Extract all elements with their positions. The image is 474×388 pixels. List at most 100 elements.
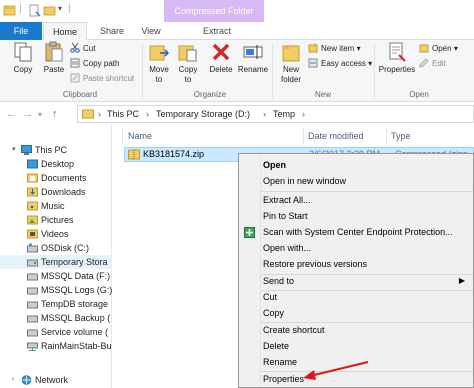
- nav-label: Service volume (: [41, 327, 109, 337]
- copy-path-icon: [70, 58, 80, 68]
- menu-item-rename[interactable]: Rename: [239, 354, 474, 370]
- paste-button[interactable]: Paste: [39, 41, 69, 74]
- delete-button[interactable]: Delete: [206, 41, 236, 74]
- music-folder-icon: [27, 201, 38, 211]
- organize-group-label: Organize: [193, 90, 227, 99]
- menu-item-create-shortcut[interactable]: Create shortcut: [239, 322, 474, 338]
- breadcrumb-separator-icon: ›: [98, 109, 101, 119]
- nav-item-service-volume[interactable]: Service volume (: [0, 325, 112, 339]
- new-item-button[interactable]: New item ▾: [308, 43, 361, 55]
- nav-item-osdisk[interactable]: OSDisk (C:): [0, 241, 112, 255]
- drive-icon: [27, 315, 38, 323]
- breadcrumb-this-pc[interactable]: This PC: [107, 106, 139, 122]
- properties-button[interactable]: Properties: [376, 41, 418, 74]
- nav-item-pictures[interactable]: Pictures: [0, 213, 112, 227]
- expand-arrow-icon[interactable]: ▾: [12, 143, 16, 157]
- properties-qat-icon[interactable]: [28, 4, 41, 17]
- copy-path-button[interactable]: Copy path: [70, 58, 119, 70]
- tab-share[interactable]: Share: [92, 22, 132, 40]
- forward-icon[interactable]: →: [22, 107, 33, 121]
- menu-item-label: Properties: [263, 374, 305, 384]
- cut-button[interactable]: Cut: [70, 43, 95, 55]
- nav-label: Videos: [41, 229, 69, 239]
- computer-icon: [21, 145, 32, 155]
- menu-item-restore-previous-versions[interactable]: Restore previous versions: [239, 256, 474, 272]
- new-folder-button[interactable]: New folder: [276, 41, 306, 85]
- tab-extract[interactable]: Extract: [195, 22, 239, 40]
- nav-label: Pictures: [41, 215, 74, 225]
- menu-item-scan-with-endpoint-protection[interactable]: Scan with System Center Endpoint Protect…: [239, 224, 474, 240]
- ribbon: Copy Paste Cut Copy path Paste shortcut …: [0, 40, 474, 102]
- paste-shortcut-button[interactable]: Paste shortcut: [70, 73, 134, 85]
- nav-item-tempdb-storage[interactable]: TempDB storage: [0, 297, 112, 311]
- column-header-type[interactable]: Type: [391, 128, 411, 144]
- new-folder-qat-icon[interactable]: [43, 4, 56, 17]
- nav-item-network[interactable]: › Network: [0, 373, 112, 387]
- column-divider[interactable]: [386, 128, 387, 144]
- qat-dropdown-icon[interactable]: ▾: [58, 4, 62, 13]
- easy-access-dropdown-icon: ▾: [368, 59, 373, 68]
- paste-shortcut-label: Paste shortcut: [83, 74, 135, 83]
- menu-item-send-to[interactable]: Send to ▶: [239, 273, 474, 289]
- nav-item-mssql-logs[interactable]: MSSQL Logs (G:): [0, 283, 112, 297]
- menu-item-delete[interactable]: Delete: [239, 338, 474, 354]
- menu-item-label: Rename: [263, 357, 298, 367]
- column-divider[interactable]: [303, 128, 304, 144]
- breadcrumb-temporary-storage[interactable]: Temporary Storage (D:): [156, 106, 250, 122]
- recent-locations-icon[interactable]: ▾: [38, 108, 42, 122]
- nav-item-rainmainstab[interactable]: RainMainStab-Bu: [0, 339, 112, 353]
- open-icon: [419, 44, 429, 53]
- easy-access-icon: [308, 58, 318, 68]
- menu-item-extract-all[interactable]: Extract All...: [239, 192, 474, 208]
- nav-item-mssql-data[interactable]: MSSQL Data (F:): [0, 269, 112, 283]
- open-button[interactable]: Open ▾: [419, 43, 458, 55]
- windows-drive-icon: [27, 243, 38, 253]
- menu-item-copy[interactable]: Copy: [239, 305, 474, 321]
- nav-item-this-pc[interactable]: ▾ This PC: [0, 143, 112, 157]
- nav-item-desktop[interactable]: Desktop: [0, 157, 112, 171]
- menu-item-label: Open with...: [263, 243, 312, 253]
- nav-item-documents[interactable]: Documents: [0, 171, 112, 185]
- nav-item-downloads[interactable]: Downloads: [0, 185, 112, 199]
- drive-icon: [27, 273, 38, 281]
- paste-label: Paste: [43, 65, 65, 74]
- menu-item-open[interactable]: Open: [239, 157, 474, 173]
- drive-icon: [27, 329, 38, 337]
- back-icon[interactable]: ←: [6, 107, 17, 121]
- menu-item-label: Copy: [263, 308, 285, 318]
- up-icon[interactable]: ↑: [52, 107, 58, 121]
- copy-button[interactable]: Copy: [7, 41, 39, 74]
- nav-item-videos[interactable]: Videos: [0, 227, 112, 241]
- submenu-arrow-icon: ▶: [458, 276, 465, 285]
- easy-access-button[interactable]: Easy access ▾: [308, 58, 372, 70]
- breadcrumb-temp[interactable]: Temp: [273, 106, 295, 122]
- address-bar[interactable]: › This PC › Temporary Storage (D:) › Tem…: [77, 105, 474, 123]
- rename-button[interactable]: Rename: [236, 41, 270, 74]
- tab-home[interactable]: Home: [43, 22, 87, 41]
- scan-icon: [244, 227, 255, 238]
- cut-label: Cut: [83, 44, 96, 53]
- tab-view[interactable]: View: [133, 22, 169, 40]
- menu-item-label: Scan with System Center Endpoint Protect…: [263, 227, 453, 237]
- collapse-arrow-icon[interactable]: ›: [12, 373, 14, 387]
- menu-item-cut[interactable]: Cut: [239, 289, 474, 305]
- nav-item-music[interactable]: Music: [0, 199, 112, 213]
- menu-item-label: Create shortcut: [263, 325, 325, 335]
- nav-label: MSSQL Logs (G:): [41, 285, 112, 295]
- pictures-folder-icon: [27, 215, 38, 225]
- menu-item-open-with[interactable]: Open with...: [239, 240, 474, 256]
- nav-item-temporary-storage[interactable]: Temporary Stora: [0, 255, 112, 269]
- menu-item-open-in-new-window[interactable]: Open in new window: [239, 173, 474, 189]
- nav-item-mssql-backup[interactable]: MSSQL Backup (: [0, 311, 112, 325]
- menu-item-properties[interactable]: Properties: [239, 371, 474, 387]
- documents-folder-icon: [27, 173, 38, 183]
- menu-item-pin-to-start[interactable]: Pin to Start: [239, 208, 474, 224]
- breadcrumb-separator-icon: ›: [263, 109, 266, 119]
- copy-to-button[interactable]: Copy to: [175, 41, 201, 85]
- tab-file[interactable]: File: [0, 22, 42, 40]
- move-to-button[interactable]: Move to: [145, 41, 173, 85]
- videos-folder-icon: [27, 229, 38, 239]
- column-header-date-modified[interactable]: Date modified: [308, 128, 364, 144]
- column-header-name[interactable]: Name: [128, 128, 152, 144]
- edit-button[interactable]: Edit: [419, 58, 446, 70]
